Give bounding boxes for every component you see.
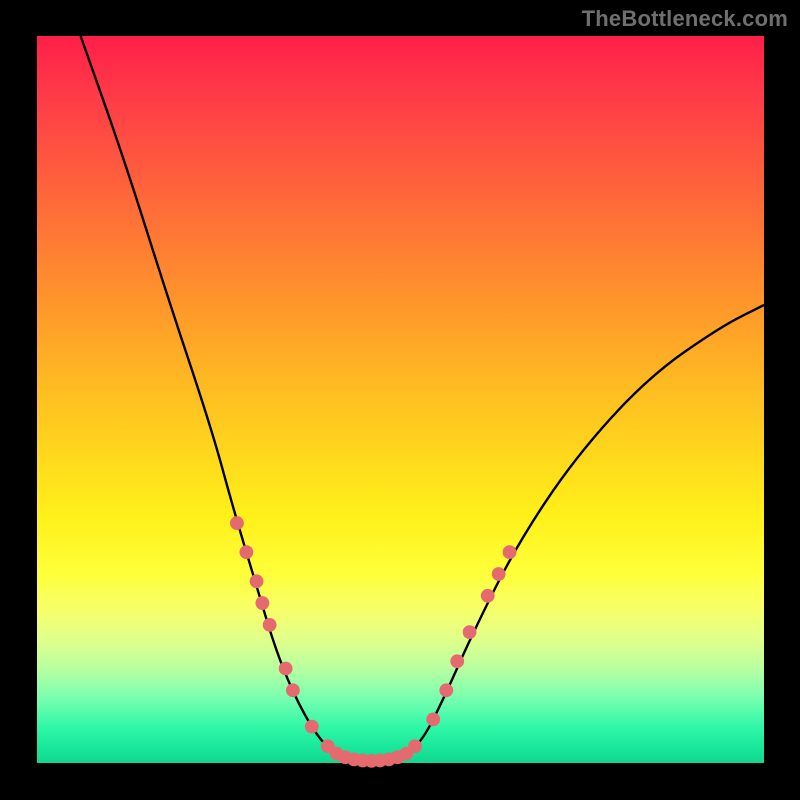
data-marker <box>450 654 464 668</box>
data-marker <box>230 516 244 530</box>
data-marker <box>305 720 319 734</box>
data-marker <box>426 712 440 726</box>
data-marker <box>481 589 495 603</box>
data-marker <box>439 683 453 697</box>
data-marker <box>408 739 422 753</box>
data-marker <box>263 618 277 632</box>
data-marker <box>492 567 506 581</box>
data-marker <box>250 574 264 588</box>
data-marker <box>463 625 477 639</box>
plot-area <box>37 36 764 763</box>
chart-frame: TheBottleneck.com <box>0 0 800 800</box>
data-marker <box>503 545 517 559</box>
bottleneck-curve <box>81 36 764 762</box>
chart-svg <box>37 36 764 763</box>
data-marker <box>286 683 300 697</box>
watermark-text: TheBottleneck.com <box>582 6 788 32</box>
data-marker <box>255 596 269 610</box>
data-marker <box>239 545 253 559</box>
data-marker <box>279 662 293 676</box>
